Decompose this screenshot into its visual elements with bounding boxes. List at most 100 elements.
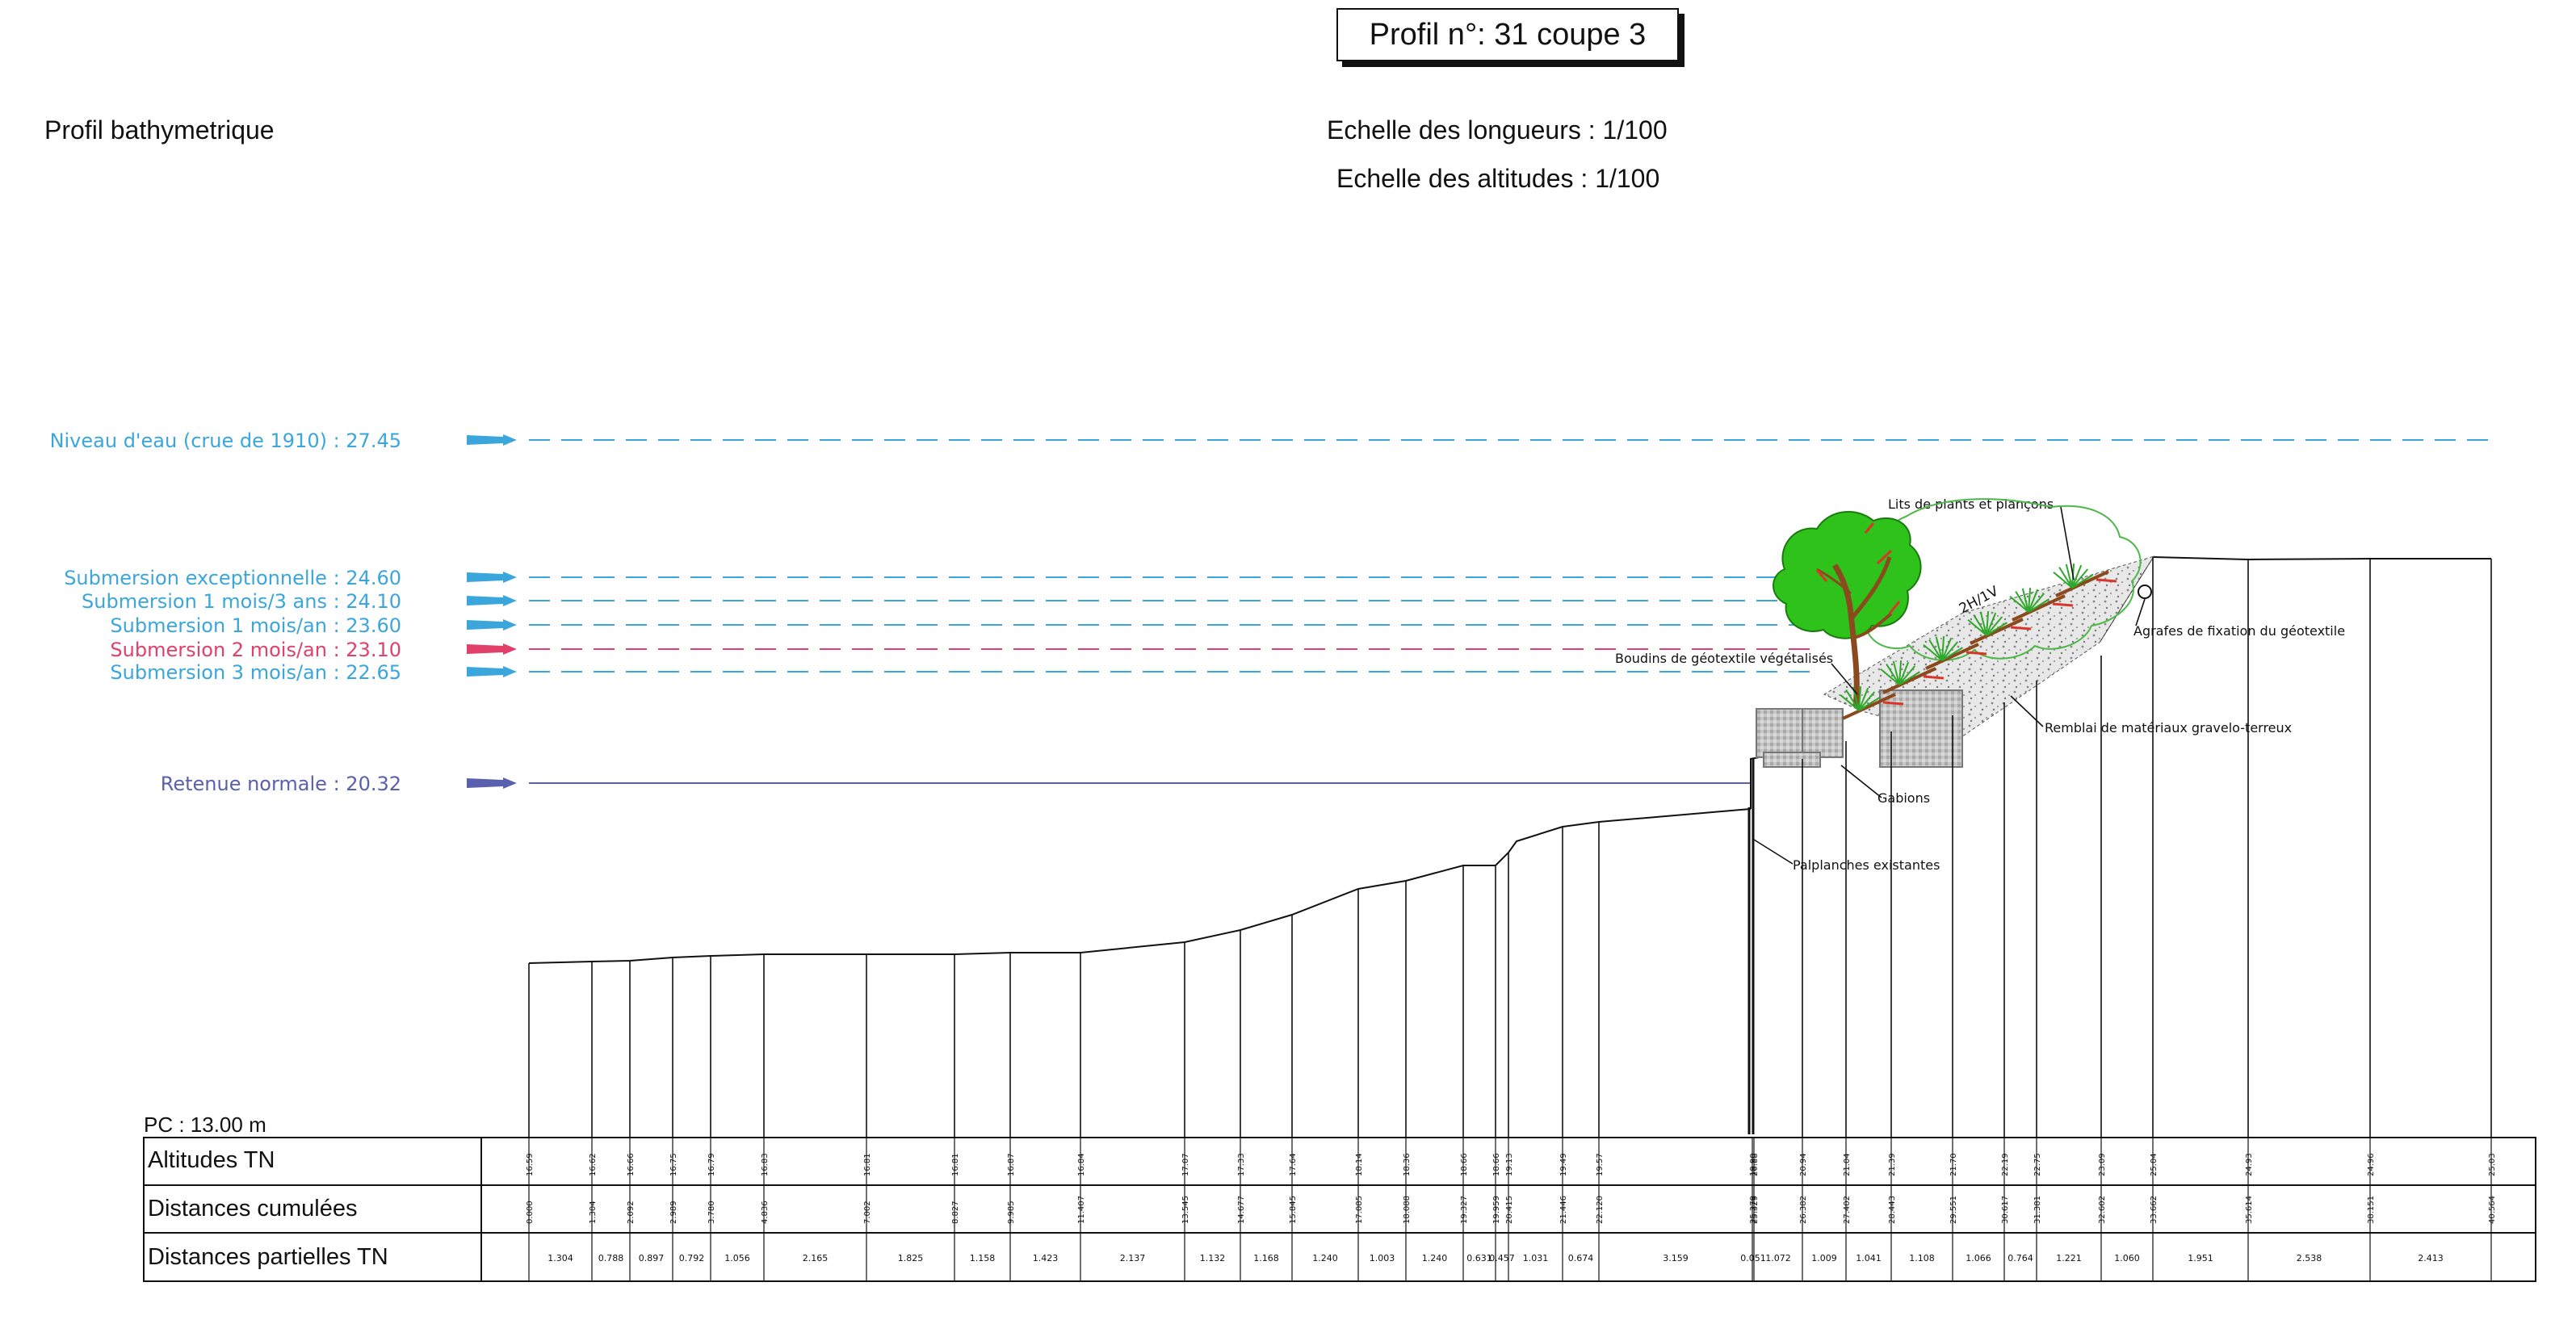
altitude-value: 23.09 — [2098, 1153, 2107, 1176]
arrow-right-icon — [467, 643, 517, 655]
partial-distance-value: 1.108 — [1909, 1253, 1935, 1263]
crest-line — [2099, 555, 2491, 643]
cumulative-distance-value: 35.614 — [2245, 1196, 2254, 1224]
cumulative-distance-value: 13.545 — [1181, 1196, 1190, 1224]
cumulative-distance-value: 18.088 — [1403, 1196, 1412, 1224]
altitude-value: 22.19 — [2001, 1153, 2010, 1176]
partial-distance-value: 0.631 — [1466, 1253, 1492, 1263]
altitude-value: 21.04 — [1843, 1153, 1852, 1176]
partial-distance-value: 2.165 — [803, 1253, 829, 1263]
partial-distance-value: 1.009 — [1811, 1253, 1837, 1263]
arrow-right-icon — [467, 595, 517, 606]
altitude-value: 16.75 — [669, 1153, 678, 1176]
cumulative-distance-value: 15.845 — [1289, 1196, 1298, 1224]
cumulative-distance-value: 7.002 — [863, 1201, 872, 1224]
altitude-value: 16.83 — [761, 1153, 770, 1176]
altitude-value: 19.57 — [1596, 1153, 1605, 1176]
cumulative-distance-value: 2.092 — [627, 1201, 636, 1224]
altitude-value: 21.70 — [1949, 1153, 1958, 1176]
partial-distance-value: 1.132 — [1200, 1253, 1226, 1263]
partial-distance-value: 2.538 — [2297, 1253, 2322, 1263]
altitude-value: 19.13 — [1505, 1153, 1514, 1176]
partial-distance-value: 1.951 — [2188, 1253, 2213, 1263]
cumulative-distance-value: 20.415 — [1505, 1196, 1514, 1224]
profile-svg: 2H/1V 16.590.00016.621.30416.662.09216.7… — [143, 434, 2536, 1282]
altitude-value: 16.62 — [589, 1153, 598, 1176]
gabion-upper-left — [1802, 708, 1844, 758]
cumulative-distance-value: 21.446 — [1559, 1196, 1568, 1224]
staple-circle — [2138, 585, 2152, 599]
altitude-value: 21.39 — [1888, 1153, 1897, 1176]
partial-distance-value: 1.031 — [1523, 1253, 1549, 1263]
altitude-value: 24.93 — [2245, 1153, 2254, 1176]
arrow-right-icon — [467, 434, 517, 446]
cumulative-distance-value: 2.989 — [669, 1201, 678, 1224]
leader-sheetpiles — [1753, 839, 1794, 865]
partial-distance-value: 1.168 — [1253, 1253, 1279, 1263]
cumulative-distance-value: 0.000 — [526, 1201, 535, 1224]
cumulative-distance-value: 17.085 — [1355, 1196, 1364, 1224]
cumulative-distance-value: 25.329 — [1751, 1196, 1760, 1224]
cumulative-distance-value: 1.304 — [589, 1201, 598, 1224]
leader-gabions — [1840, 765, 1882, 798]
partial-distance-value: 1.825 — [898, 1253, 924, 1263]
partial-distance-value: 1.066 — [1966, 1253, 1991, 1263]
arrow-right-icon — [467, 619, 517, 631]
partial-distance-value: 0.788 — [598, 1253, 624, 1263]
altitude-value: 16.66 — [627, 1153, 636, 1176]
cumulative-distance-value: 14.677 — [1237, 1196, 1246, 1224]
partial-distance-value: 2.137 — [1120, 1253, 1146, 1263]
altitude-value: 25.04 — [2150, 1153, 2159, 1176]
partial-distance-value: 3.159 — [1663, 1253, 1689, 1263]
cumulative-distance-value: 38.151 — [2367, 1196, 2376, 1224]
partial-distance-value: 1.240 — [1312, 1253, 1338, 1263]
partial-distance-value: 0.897 — [639, 1253, 665, 1263]
altitude-value: 16.87 — [1007, 1153, 1016, 1176]
cumulative-distance-value: 11.407 — [1077, 1196, 1086, 1224]
partial-distance-value: 1.072 — [1765, 1253, 1791, 1263]
altitude-value: 17.07 — [1181, 1153, 1190, 1176]
partial-distance-value: 1.423 — [1033, 1253, 1059, 1263]
partial-distance-value: 0.764 — [2008, 1253, 2033, 1263]
cumulative-distance-value: 30.617 — [2001, 1196, 2010, 1224]
altitude-value: 24.96 — [2367, 1153, 2376, 1176]
partial-distance-value: 1.240 — [1422, 1253, 1448, 1263]
altitude-value: 22.75 — [2033, 1153, 2042, 1176]
profile-drawing: Profil n°: 31 coupe 3 Profil bathymetriq… — [0, 0, 2576, 1320]
altitude-value: 16.79 — [707, 1153, 716, 1176]
altitude-value: 20.88 — [1751, 1153, 1760, 1176]
altitude-value: 16.59 — [526, 1153, 535, 1176]
cumulative-distance-value: 19.327 — [1460, 1196, 1469, 1224]
cumulative-distance-value: 22.120 — [1596, 1196, 1605, 1224]
altitude-value: 18.66 — [1460, 1153, 1469, 1176]
cumulative-distance-value: 19.959 — [1492, 1196, 1501, 1224]
altitude-value: 16.81 — [863, 1153, 872, 1176]
altitude-value: 18.66 — [1492, 1153, 1501, 1176]
gabion-base — [1763, 752, 1821, 768]
cumulative-distance-value: 33.662 — [2150, 1196, 2159, 1224]
partial-distance-value: 1.304 — [548, 1253, 573, 1263]
cumulative-distance-value: 4.836 — [761, 1201, 770, 1224]
arrow-right-icon — [467, 666, 517, 677]
partial-distance-value: 2.413 — [2418, 1253, 2444, 1263]
cumulative-distance-value: 29.551 — [1949, 1196, 1958, 1224]
arrow-right-icon — [467, 572, 517, 583]
partial-distance-value: 0.051 — [1740, 1253, 1766, 1263]
altitude-value: 20.94 — [1799, 1153, 1808, 1176]
cumulative-distance-value: 26.382 — [1799, 1196, 1808, 1224]
partial-distance-value: 0.674 — [1568, 1253, 1594, 1263]
gabion-right — [1879, 689, 1963, 768]
cumulative-distance-value: 27.402 — [1843, 1196, 1852, 1224]
arrow-right-icon — [467, 777, 517, 789]
cumulative-distance-value: 31.381 — [2033, 1196, 2042, 1224]
cumulative-distance-value: 3.780 — [707, 1201, 716, 1224]
altitude-value: 16.81 — [951, 1153, 960, 1176]
cumulative-distance-value: 28.443 — [1888, 1196, 1897, 1224]
altitude-value: 17.33 — [1237, 1153, 1246, 1176]
altitude-value: 17.64 — [1289, 1153, 1298, 1176]
altitude-value: 25.03 — [2488, 1153, 2497, 1176]
partial-distance-value: 1.158 — [970, 1253, 996, 1263]
leader-fill — [2010, 695, 2044, 727]
altitude-value: 18.14 — [1355, 1153, 1364, 1176]
partial-distance-value: 0.792 — [679, 1253, 705, 1263]
